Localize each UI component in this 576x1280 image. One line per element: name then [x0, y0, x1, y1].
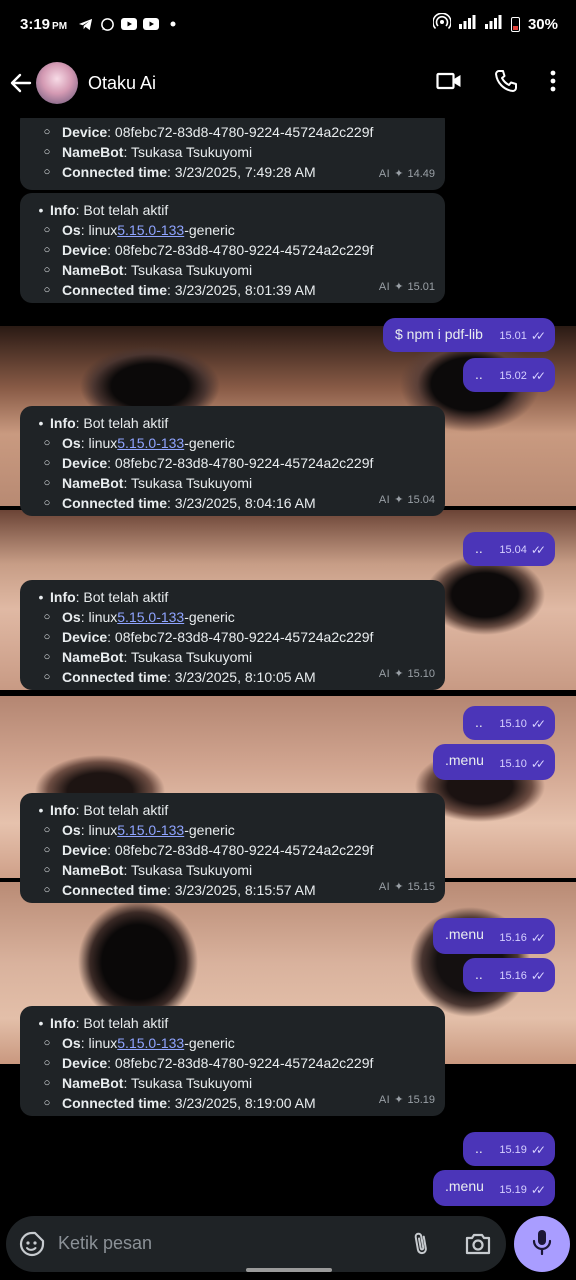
- message-time: 15.15: [407, 881, 435, 893]
- message-time: 15.19: [407, 1094, 435, 1106]
- kernel-version-link[interactable]: 5.15.0-133: [117, 220, 184, 240]
- double-check-icon: ✓✓: [530, 931, 546, 945]
- whatsapp-icon: [99, 16, 115, 32]
- back-arrow-icon[interactable]: [6, 68, 36, 98]
- sparkle-icon: ✦: [394, 168, 404, 180]
- message-time: 15.01: [407, 281, 435, 293]
- outgoing-message[interactable]: .menu 15.19 ✓✓: [433, 1170, 555, 1206]
- incoming-message[interactable]: • Info: Bot telah aktif ○ Os: linux 5.15.0…: [20, 1006, 445, 1116]
- incoming-message[interactable]: • Info: Bot telah aktif ○ Os: linux 5.15.0…: [20, 406, 445, 516]
- message-input-bar: Ketik pesan: [6, 1216, 506, 1272]
- double-check-icon: ✓✓: [530, 543, 546, 557]
- camera-icon[interactable]: [464, 1231, 492, 1262]
- incoming-message[interactable]: ○ Device: 08febc72-83d8-4780-9224-45724a2…: [20, 108, 445, 190]
- kernel-version-link[interactable]: 5.15.0-133: [117, 820, 184, 840]
- attach-icon[interactable]: [409, 1230, 435, 1263]
- outgoing-message[interactable]: .. 15.19 ✓✓: [463, 1132, 555, 1166]
- message-time: 15.04: [407, 494, 435, 506]
- status-bar: 3:19 PM 30%: [0, 0, 576, 48]
- sparkle-icon: ✦: [394, 1094, 404, 1106]
- outgoing-message[interactable]: .menu 15.16 ✓✓: [433, 918, 555, 954]
- sparkle-icon: ✦: [394, 494, 404, 506]
- incoming-message[interactable]: • Info: Bot telah aktif ○ Os: linux 5.15.0…: [20, 793, 445, 903]
- double-check-icon: ✓✓: [530, 969, 546, 983]
- battery-percent: 30%: [527, 15, 558, 33]
- message-time: 15.19: [499, 1184, 527, 1196]
- message-time: 15.19: [499, 1144, 527, 1156]
- message-time: 15.10: [407, 668, 435, 680]
- double-check-icon: ✓✓: [530, 1143, 546, 1157]
- message-time: 15.16: [499, 932, 527, 944]
- incoming-message[interactable]: • Info: Bot telah aktif ○ Os: linux 5.15.0…: [20, 580, 445, 690]
- message-time: 15.04: [499, 544, 527, 556]
- double-check-icon: ✓✓: [530, 369, 546, 383]
- sparkle-icon: ✦: [394, 668, 404, 680]
- status-time: 3:19 PM: [20, 15, 68, 33]
- double-check-icon: ✓✓: [530, 1183, 546, 1197]
- double-check-icon: ✓✓: [530, 717, 546, 731]
- battery-icon: [510, 16, 520, 32]
- telegram-icon: [77, 16, 93, 32]
- kernel-version-link[interactable]: 5.15.0-133: [117, 607, 184, 627]
- gesture-nav-bar[interactable]: [246, 1268, 332, 1272]
- incoming-message[interactable]: • Info: Bot telah aktif ○ Os: linux 5.15.0…: [20, 193, 445, 303]
- double-check-icon: ✓✓: [530, 329, 546, 343]
- message-time: 14.49: [407, 168, 435, 180]
- signal-icon: [458, 15, 503, 33]
- microphone-icon: [531, 1229, 553, 1260]
- chat-title[interactable]: Otaku Ai: [88, 73, 156, 94]
- chat-header: Otaku Ai: [0, 48, 576, 118]
- double-check-icon: ✓✓: [530, 757, 546, 771]
- outgoing-message[interactable]: $ npm i pdf-lib 15.01 ✓✓: [383, 318, 555, 352]
- hotspot-icon: [432, 12, 452, 35]
- message-time: 15.10: [499, 718, 527, 730]
- outgoing-message[interactable]: .. 15.02 ✓✓: [463, 358, 555, 392]
- sticker-icon[interactable]: [18, 1230, 46, 1263]
- message-input[interactable]: Ketik pesan: [58, 1233, 152, 1254]
- message-time: 15.02: [499, 370, 527, 382]
- dot-icon: [165, 16, 181, 32]
- kernel-version-link[interactable]: 5.15.0-133: [117, 1033, 184, 1053]
- message-time: 15.01: [499, 330, 527, 342]
- video-call-icon[interactable]: [436, 71, 462, 96]
- message-time: 15.10: [499, 758, 527, 770]
- avatar[interactable]: [36, 62, 78, 104]
- phone-call-icon[interactable]: [494, 69, 518, 98]
- message-time: 15.16: [499, 970, 527, 982]
- outgoing-message[interactable]: .. 15.16 ✓✓: [463, 958, 555, 992]
- youtube-icon: [121, 16, 138, 32]
- outgoing-message[interactable]: .. 15.10 ✓✓: [463, 706, 555, 740]
- outgoing-message[interactable]: .menu 15.10 ✓✓: [433, 744, 555, 780]
- kernel-version-link[interactable]: 5.15.0-133: [117, 433, 184, 453]
- voice-record-button[interactable]: [514, 1216, 570, 1272]
- more-options-icon[interactable]: [550, 70, 556, 97]
- youtube-icon: [143, 16, 160, 32]
- outgoing-message[interactable]: .. 15.04 ✓✓: [463, 532, 555, 566]
- sparkle-icon: ✦: [394, 881, 404, 893]
- sparkle-icon: ✦: [394, 281, 404, 293]
